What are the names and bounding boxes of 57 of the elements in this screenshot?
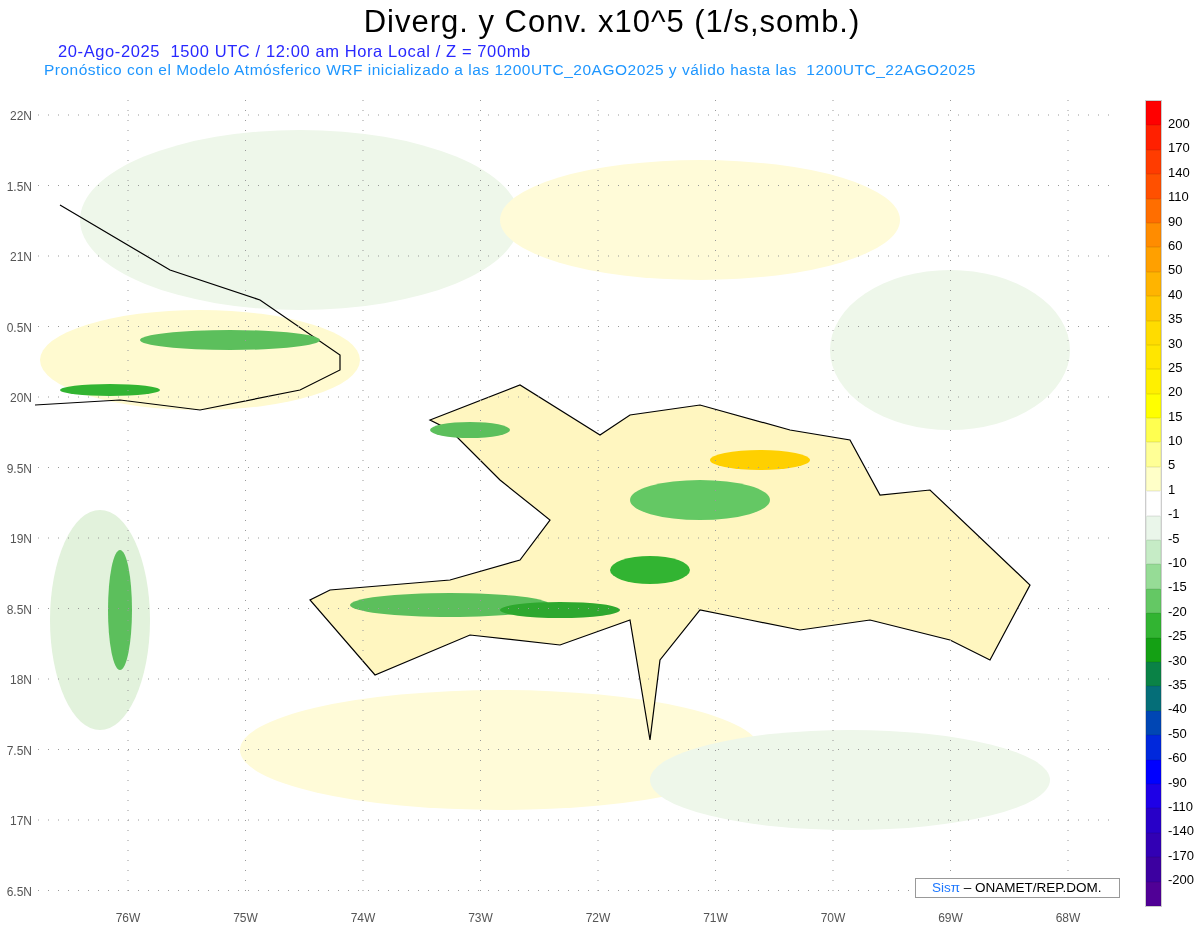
latitude-label: 7.5N	[6, 743, 32, 758]
longitude-label: 71W	[703, 911, 728, 925]
colorbar-label: 10	[1168, 433, 1183, 449]
colorbar-label: 170	[1168, 140, 1190, 156]
colorbar-label: -5	[1168, 530, 1180, 546]
latitude-label: 6.5N	[6, 884, 32, 899]
latitude-label: 21N	[10, 250, 32, 264]
colorbar-label: 25	[1168, 359, 1183, 375]
colorbar-label: 1	[1168, 481, 1176, 497]
longitude-label: 73W	[468, 911, 493, 925]
chart-subtitle: 20-Ago-2025 1500 UTC / 12:00 am Hora Local / Z = 700mb	[57, 42, 532, 61]
latitude-label: 18N	[10, 673, 32, 687]
colorbar-label: -170	[1168, 847, 1195, 863]
latitude-label: 20N	[10, 391, 32, 405]
colorbar-label: -15	[1168, 579, 1187, 595]
longitude-label: 72W	[585, 911, 611, 925]
latitude-label: 9.5N	[6, 461, 32, 476]
colorbar-label: -35	[1168, 677, 1187, 692]
colorbar-label: 50	[1168, 262, 1183, 278]
colorbar-label: 200	[1168, 116, 1190, 131]
colorbar-label: -90	[1168, 774, 1187, 790]
colorbar-label: -50	[1168, 725, 1187, 741]
colorbar-label: 140	[1168, 164, 1190, 180]
colorbar-label: -140	[1168, 823, 1195, 839]
colorbar-label: 5	[1168, 457, 1176, 473]
colorbar-label: 20	[1168, 384, 1183, 400]
colorbar-label: -200	[1168, 872, 1195, 888]
credit-label: Sisπ – ONAMET/REP.DOM.	[915, 878, 1120, 898]
colorbar-label: 90	[1168, 213, 1183, 229]
colorbar-label: -60	[1168, 750, 1187, 766]
forecast-note: Pronóstico con el Modelo Atmósferico WRF inicializado a las 1200UTC_20AGO2025 y válido hasta las 1200UTC_22AGO2025	[43, 61, 977, 79]
latitude-label: 22N	[10, 109, 32, 123]
colorbar-label: 60	[1168, 237, 1183, 253]
colorbar-label: -1	[1168, 506, 1180, 522]
colorbar-label: 15	[1168, 408, 1183, 424]
colorbar-label: 35	[1168, 311, 1183, 327]
longitude-label: 75W	[233, 911, 258, 925]
longitude-label: 76W	[115, 911, 141, 925]
latitude-label: 19N	[10, 532, 32, 546]
colorbar-label: 40	[1168, 286, 1183, 302]
colorbar-label: -10	[1168, 555, 1187, 571]
latitude-label: 1.5N	[6, 179, 32, 194]
longitude-label: 74W	[350, 911, 376, 925]
latitude-label: 17N	[10, 814, 32, 828]
latitude-label: 0.5N	[6, 320, 32, 335]
colorbar-label: 30	[1168, 335, 1183, 351]
longitude-label: 69W	[938, 911, 963, 925]
colorbar-label: 110	[1168, 189, 1189, 205]
colorbar-label: -40	[1168, 701, 1187, 717]
colorbar-label: -20	[1168, 603, 1187, 619]
longitude-label: 70W	[820, 911, 846, 925]
latitude-label: 8.5N	[6, 602, 32, 617]
colorbar-label: -110	[1168, 798, 1194, 814]
colorbar-label: -25	[1168, 628, 1187, 644]
colorbar-label: -30	[1168, 652, 1187, 668]
longitude-label: 68W	[1055, 911, 1081, 925]
chart-title: Diverg. y Conv. x10^5 (1/s,somb.)	[362, 3, 862, 40]
